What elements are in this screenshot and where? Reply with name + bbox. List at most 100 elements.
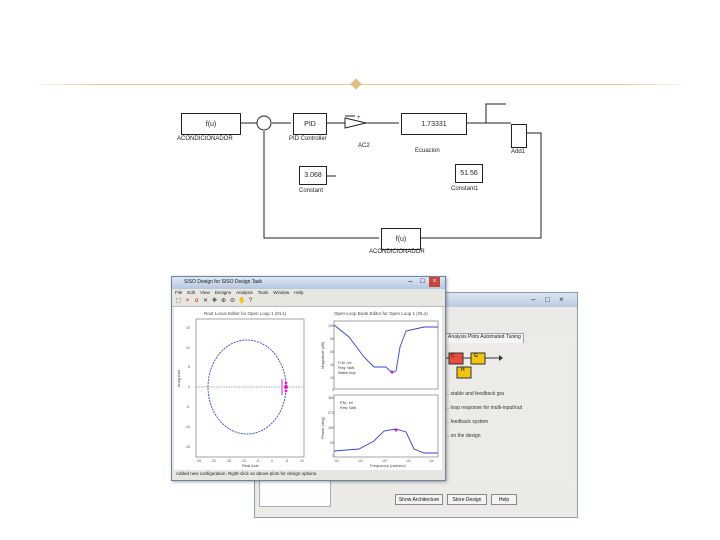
block-g-label: G [474,353,478,359]
add-pole-icon[interactable]: × [184,298,191,305]
rl-xtick: 0 [271,459,273,463]
bode-xlabel: Frequency (rad/sec) [370,463,406,468]
maximize-icon[interactable]: □ [545,295,550,304]
architecture-diagram [445,352,503,379]
gain-block-1[interactable]: f(u) [181,113,241,135]
rl-ytick: 10 [186,346,190,350]
add-block[interactable] [511,124,527,148]
bode-pm-text: P.M.: Inf [340,401,353,405]
bode-xtick: 10⁰ [382,459,388,463]
menu-window[interactable]: Window [273,290,289,295]
bode-xtick: 10¹ [406,459,412,463]
menu-file[interactable]: File [175,290,182,295]
zoom-in-icon[interactable]: ⊕ [220,298,227,305]
bode-phase-ytick: 360 [328,396,334,400]
pan-icon[interactable]: ✋ [238,298,245,305]
add-zero-icon[interactable]: o [193,298,200,305]
help-icon[interactable]: ? [247,298,254,305]
siso-design-window: SISO Design for SISO Design Task – □ × F… [171,276,446,481]
sum-plus-sign: + [357,115,361,121]
root-locus-title: Root Locus Editor for Open Loop 1 (OL1) [204,311,287,316]
menu-help[interactable]: Help [294,290,303,295]
bode-phase-ytick: 180 [328,426,334,430]
gain-block-1-label: ACONDICIONADOR [177,136,233,142]
rl-xtick: -20 [211,459,216,463]
show-architecture-button[interactable]: Show Architecture [395,494,443,505]
delete-icon[interactable]: ✕ [202,298,209,305]
bode-mag-ytick: 20 [330,376,334,380]
root-locus-ylabel: Imag Axis [176,370,181,387]
menu-view[interactable]: View [200,290,210,295]
close-icon[interactable]: × [429,277,440,287]
bode-gm-freq-text: Freq: NaN [338,366,355,370]
menu-analysis[interactable]: Analysis [236,290,253,295]
pid-block[interactable]: PID [293,113,327,135]
menu-tools[interactable]: Tools [258,290,269,295]
help-button[interactable]: Help [491,494,517,505]
simulink-diagram: f(u) ACONDICIONADOR PID PID Controller +… [161,96,581,263]
bode-stability-text: Stable loop [338,371,356,375]
bode-phase-marker[interactable] [394,428,398,432]
menu-edit[interactable]: Edit [187,290,195,295]
help-line-4: ... on the design [445,433,481,439]
block-c-label: C [451,353,455,359]
front-window-titlebar[interactable]: SISO Design for SISO Design Task – □ × [172,277,445,289]
select-icon[interactable]: ⬚ [175,298,182,305]
drag-icon[interactable]: ✥ [211,298,218,305]
root-locus-xlabel: Real Axis [242,463,259,468]
status-bar: Added new configuration. Right-click on … [176,471,318,476]
constant-block-1[interactable]: 3.068 [299,166,327,185]
bode-phase-ylabel: Phase (deg) [320,417,325,439]
bode-phase-ytick: 270 [328,411,334,415]
store-design-button[interactable]: Store Design [447,494,487,505]
minimize-icon[interactable]: – [531,295,535,304]
constant-block-2[interactable]: 51.56 [455,164,483,183]
rl-xtick: -15 [226,459,231,463]
architecture-panel [445,343,573,483]
rl-xtick: -10 [241,459,246,463]
design-plots: Root Locus Editor for Open Loop 1 (OL1) … [176,311,439,468]
plot-area: Root Locus Editor for Open Loop 1 (OL1) … [174,307,442,470]
bode-pm-freq-text: Freq: NaN [340,406,357,410]
toolbar: ⬚ × o ✕ ✥ ⊕ ⊖ ✋ ? [172,296,445,307]
rl-xtick: 10 [300,459,304,463]
bode-magnitude-axes[interactable] [333,320,439,390]
sum-input-label: AC2 [358,143,370,149]
rl-ytick: -10 [185,425,190,429]
menu-designs[interactable]: Designs [215,290,231,295]
block-h-label: H [461,367,465,373]
bode-mag-ytick: 80 [330,337,334,341]
rl-ytick: -5 [186,405,189,409]
minimize-icon[interactable]: – [405,277,416,287]
bode-phase-ytick: 90 [330,441,334,445]
help-line-2: ... loop response for multi-input/out [445,405,522,411]
bode-title: Open-Loop Bode Editor for Open Loop 1 (O… [334,311,428,316]
menu-bar: File Edit View Designs Analysis Tools Wi… [172,289,445,296]
bode-gm-text: G.M.: Inf [338,361,351,365]
add-block-label: Add1 [511,149,526,155]
bode-phase-ytick: 0 [332,454,334,458]
constant-block-1-label: Constant [299,188,324,194]
rl-xtick: 5 [286,459,288,463]
transfer-fcn-block[interactable]: 1.73331 [401,113,467,135]
bode-mag-ytick: 100 [328,324,334,328]
bode-xtick: 10¹ [358,459,364,463]
bode-xtick: 10² [429,459,435,463]
constant-block-2-label: Constant1 [451,186,479,192]
zoom-out-icon[interactable]: ⊖ [229,298,236,305]
rl-xtick: -5 [256,459,259,463]
pid-block-label: PID Controller [289,136,327,142]
gain-block-2[interactable]: f(u) [381,228,421,250]
help-line-3: ... feedback system [445,419,489,425]
front-window-title: SISO Design for SISO Design Task [184,279,262,285]
bode-gain-marker[interactable] [390,370,394,374]
rl-ytick: -15 [185,445,190,449]
closed-loop-pole-marker[interactable] [284,385,288,389]
rl-ytick: 5 [188,365,190,369]
maximize-icon[interactable]: □ [417,277,428,287]
bode-mag-ytick: 60 [330,350,334,354]
bode-mag-ytick: 0 [332,388,334,392]
bode-mag-ytick: 40 [330,363,334,367]
rl-xtick: -25 [196,459,201,463]
close-icon[interactable]: × [559,295,564,304]
